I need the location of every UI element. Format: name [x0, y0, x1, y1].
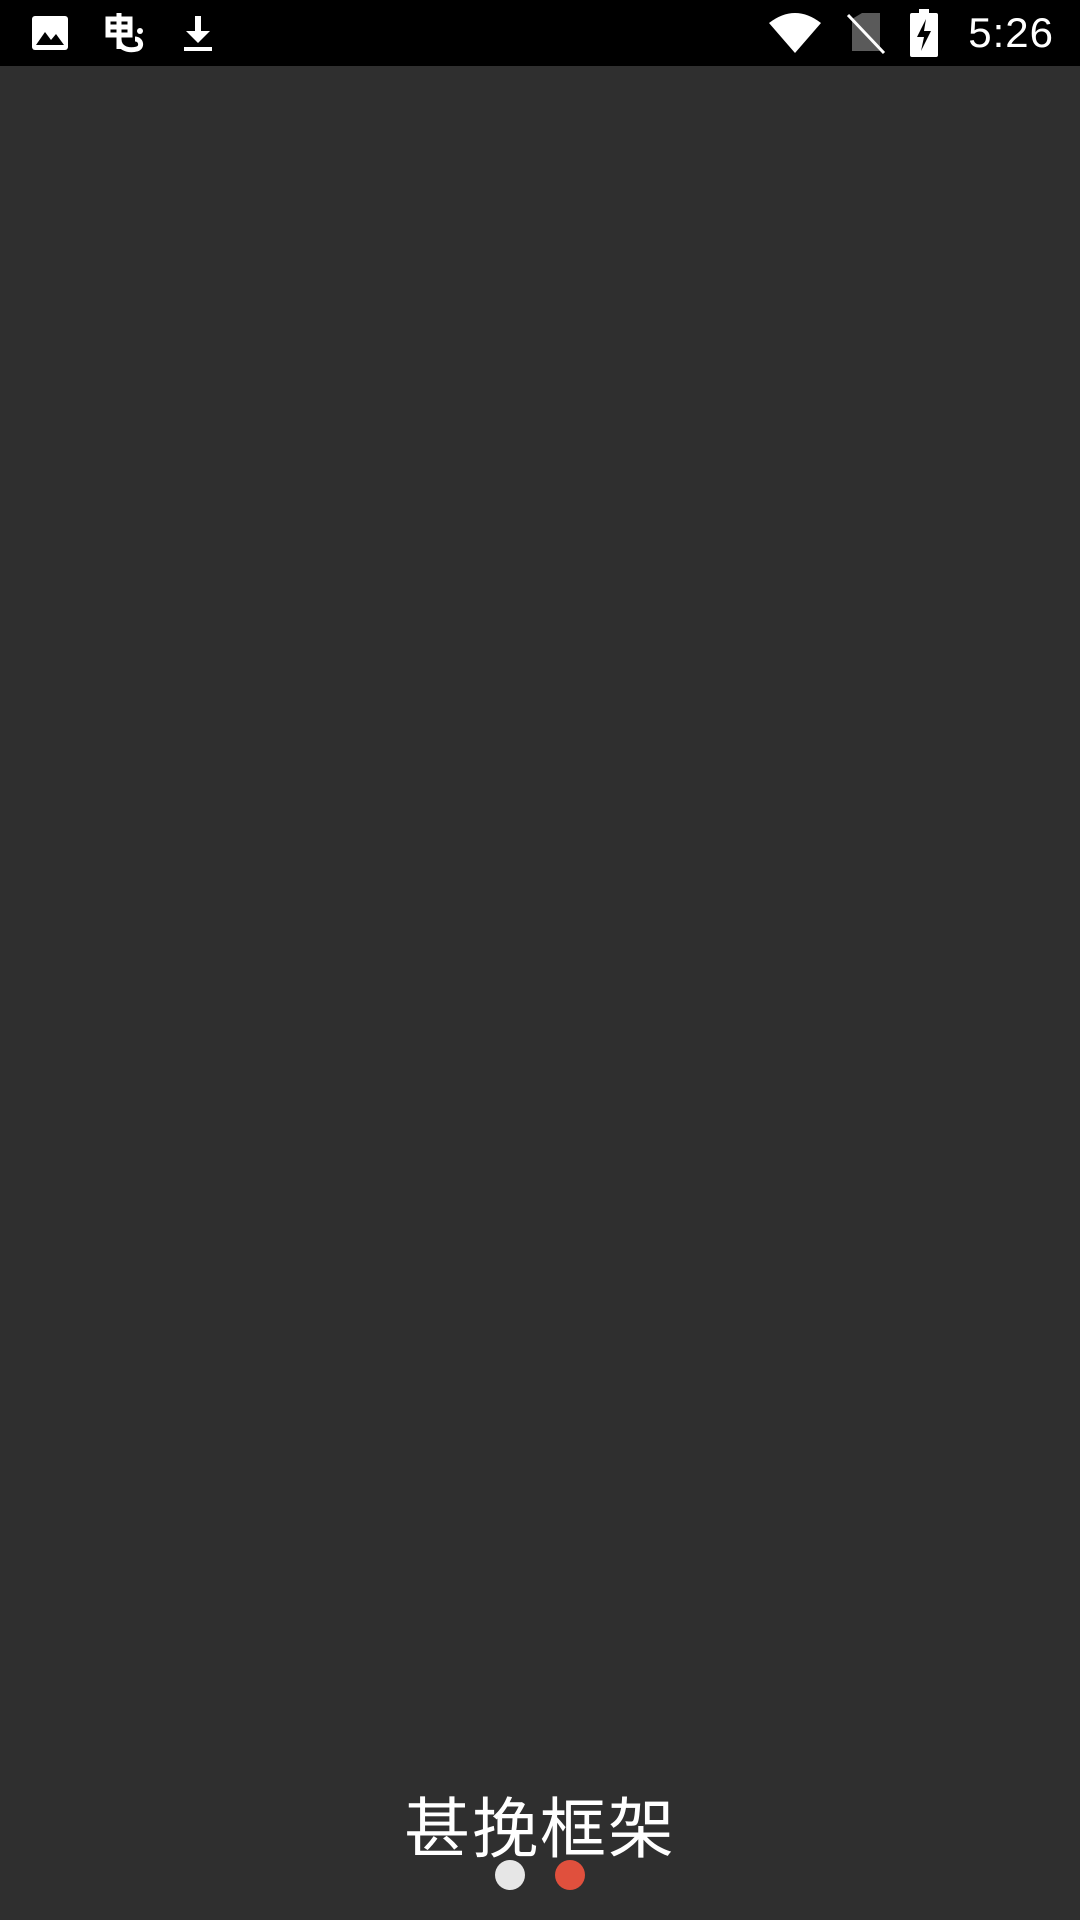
splash-slogan: 甚挽框架	[404, 1791, 676, 1868]
wifi-icon	[768, 11, 822, 55]
status-time: 5:26	[968, 9, 1054, 56]
system-icons: 5:26	[768, 0, 1054, 66]
page-indicator-dot-2[interactable]	[555, 1860, 585, 1890]
page-indicator	[0, 1860, 1080, 1890]
notification-icons	[30, 0, 218, 66]
download-icon	[178, 13, 218, 53]
bug-icon	[100, 9, 148, 57]
no-sim-icon	[846, 11, 886, 55]
splash-screen	[0, 66, 1080, 1920]
status-bar: 5:26	[0, 0, 1080, 66]
battery-charging-icon	[910, 9, 939, 57]
image-icon	[30, 13, 70, 53]
page-indicator-dot-1[interactable]	[495, 1860, 525, 1890]
